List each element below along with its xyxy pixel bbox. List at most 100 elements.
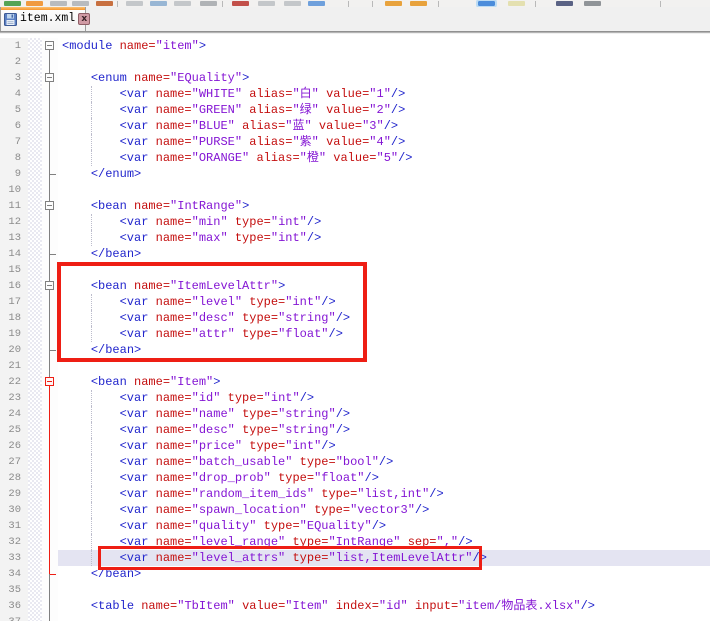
code-fold-toggle[interactable] — [42, 278, 58, 294]
bookmark-margin[interactable] — [28, 102, 42, 118]
bookmark-margin[interactable] — [28, 550, 42, 566]
code-fold-toggle[interactable] — [42, 198, 58, 214]
bookmark-margin[interactable] — [28, 38, 42, 54]
bookmark-margin[interactable] — [28, 198, 42, 214]
code-text[interactable]: <var name="drop_prob" type="float"/> — [58, 470, 710, 486]
bookmark-margin[interactable] — [28, 294, 42, 310]
code-text[interactable]: <var name="level_attrs" type="list,ItemL… — [58, 550, 710, 566]
bookmark-margin[interactable] — [28, 534, 42, 550]
fold-collapse-icon[interactable] — [45, 41, 54, 50]
toolbar-icon[interactable] — [584, 1, 601, 6]
bookmark-margin[interactable] — [28, 406, 42, 422]
code-fold-toggle[interactable] — [42, 70, 58, 86]
code-text[interactable]: </bean> — [58, 246, 710, 262]
code-text[interactable]: <var name="level_range" type="IntRange" … — [58, 534, 710, 550]
code-text[interactable]: <var name="desc" type="string"/> — [58, 310, 710, 326]
bookmark-margin[interactable] — [28, 150, 42, 166]
toolbar-icon[interactable] — [385, 1, 402, 6]
bookmark-margin[interactable] — [28, 422, 42, 438]
fold-collapse-icon[interactable] — [45, 201, 54, 210]
bookmark-margin[interactable] — [28, 166, 42, 182]
code-text[interactable]: <var name="PURSE" alias="紫" value="4"/> — [58, 134, 710, 150]
bookmark-margin[interactable] — [28, 230, 42, 246]
bookmark-margin[interactable] — [28, 614, 42, 621]
code-text[interactable]: </enum> — [58, 166, 710, 182]
bookmark-margin[interactable] — [28, 454, 42, 470]
code-text[interactable] — [58, 582, 710, 598]
bookmark-margin[interactable] — [28, 246, 42, 262]
bookmark-margin[interactable] — [28, 118, 42, 134]
bookmark-margin[interactable] — [28, 70, 42, 86]
toolbar-icon[interactable] — [308, 1, 325, 6]
code-text[interactable]: <module name="item"> — [58, 38, 710, 54]
bookmark-margin[interactable] — [28, 262, 42, 278]
code-text[interactable]: <var name="max" type="int"/> — [58, 230, 710, 246]
bookmark-margin[interactable] — [28, 310, 42, 326]
bookmark-margin[interactable] — [28, 486, 42, 502]
code-text[interactable]: <var name="BLUE" alias="蓝" value="3"/> — [58, 118, 710, 134]
bookmark-margin[interactable] — [28, 470, 42, 486]
code-text[interactable]: <var name="attr" type="float"/> — [58, 326, 710, 342]
toolbar-icon[interactable] — [26, 1, 43, 6]
code-editor[interactable]: 1<module name="item">23 <enum name="EQua… — [0, 34, 710, 621]
code-text[interactable] — [58, 262, 710, 278]
toolbar-icon[interactable] — [150, 1, 167, 6]
toolbar-icon[interactable] — [174, 1, 191, 6]
code-text[interactable]: <var name="random_item_ids" type="list,i… — [58, 486, 710, 502]
bookmark-margin[interactable] — [28, 438, 42, 454]
bookmark-margin[interactable] — [28, 582, 42, 598]
toolbar-icon[interactable] — [556, 1, 573, 6]
toolbar-icon[interactable] — [126, 1, 143, 6]
bookmark-margin[interactable] — [28, 358, 42, 374]
code-text[interactable]: <var name="price" type="int"/> — [58, 438, 710, 454]
bookmark-margin[interactable] — [28, 326, 42, 342]
code-text[interactable] — [58, 614, 710, 621]
toolbar-icon[interactable] — [72, 1, 89, 6]
bookmark-margin[interactable] — [28, 86, 42, 102]
bookmark-margin[interactable] — [28, 134, 42, 150]
code-text[interactable]: <var name="level" type="int"/> — [58, 294, 710, 310]
code-text[interactable]: <var name="ORANGE" alias="橙" value="5"/> — [58, 150, 710, 166]
code-text[interactable]: <bean name="ItemLevelAttr"> — [58, 278, 710, 294]
code-text[interactable]: </bean> — [58, 566, 710, 582]
toolbar-icon[interactable] — [200, 1, 217, 6]
code-text[interactable]: <bean name="IntRange"> — [58, 198, 710, 214]
code-text[interactable]: <var name="desc" type="string"/> — [58, 422, 710, 438]
toolbar-icon[interactable] — [478, 1, 495, 6]
code-text[interactable] — [58, 54, 710, 70]
close-icon[interactable]: x — [78, 13, 90, 25]
code-text[interactable]: <bean name="Item"> — [58, 374, 710, 390]
code-text[interactable]: <var name="GREEN" alias="绿" value="2"/> — [58, 102, 710, 118]
toolbar-icon[interactable] — [508, 1, 525, 6]
toolbar-icon[interactable] — [50, 1, 67, 6]
code-text[interactable] — [58, 358, 710, 374]
bookmark-margin[interactable] — [28, 598, 42, 614]
bookmark-margin[interactable] — [28, 182, 42, 198]
code-text[interactable]: <var name="quality" type="EQuality"/> — [58, 518, 710, 534]
bookmark-margin[interactable] — [28, 278, 42, 294]
toolbar-icon[interactable] — [258, 1, 275, 6]
code-text[interactable]: <var name="WHITE" alias="白" value="1"/> — [58, 86, 710, 102]
toolbar-icon[interactable] — [96, 1, 113, 6]
toolbar-icon[interactable] — [232, 1, 249, 6]
code-text[interactable]: <var name="batch_usable" type="bool"/> — [58, 454, 710, 470]
fold-collapse-icon[interactable] — [45, 73, 54, 82]
code-fold-toggle[interactable] — [42, 374, 58, 390]
code-text[interactable]: </bean> — [58, 342, 710, 358]
toolbar-icon[interactable] — [410, 1, 427, 6]
bookmark-margin[interactable] — [28, 518, 42, 534]
code-text[interactable]: <var name="name" type="string"/> — [58, 406, 710, 422]
bookmark-margin[interactable] — [28, 214, 42, 230]
fold-collapse-icon[interactable] — [45, 377, 54, 386]
code-text[interactable]: <enum name="EQuality"> — [58, 70, 710, 86]
bookmark-margin[interactable] — [28, 390, 42, 406]
code-text[interactable]: <var name="min" type="int"/> — [58, 214, 710, 230]
bookmark-margin[interactable] — [28, 342, 42, 358]
fold-collapse-icon[interactable] — [45, 281, 54, 290]
bookmark-margin[interactable] — [28, 502, 42, 518]
toolbar-icon[interactable] — [4, 1, 21, 6]
bookmark-margin[interactable] — [28, 54, 42, 70]
code-text[interactable] — [58, 182, 710, 198]
code-text[interactable]: <table name="TbItem" value="Item" index=… — [58, 598, 710, 614]
bookmark-margin[interactable] — [28, 566, 42, 582]
